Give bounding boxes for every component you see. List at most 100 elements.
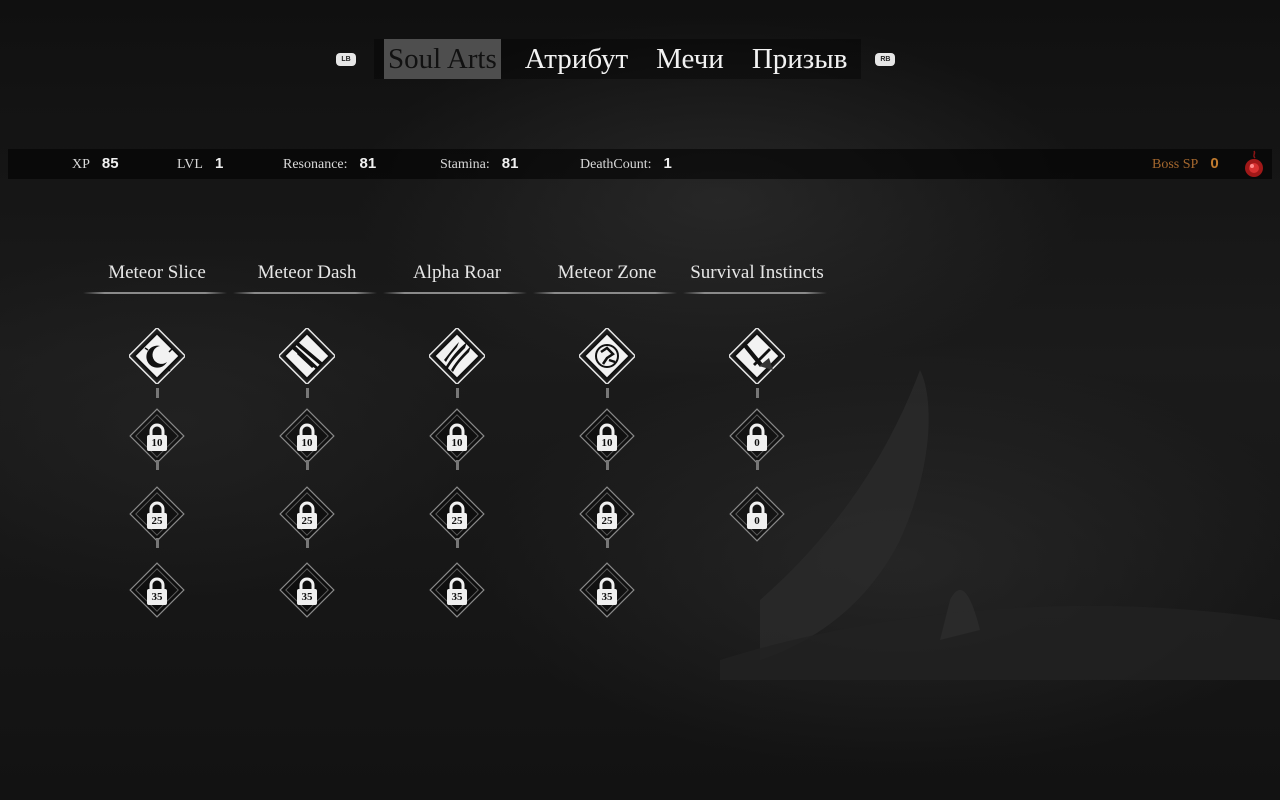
lock-icon: [579, 562, 635, 618]
tab-soul-arts[interactable]: Soul Arts: [384, 39, 501, 79]
lock-icon: [279, 486, 335, 542]
skill-title-divider: [533, 292, 677, 294]
skill-title-divider: [233, 292, 377, 294]
skill-column: Meteor Zone: [533, 256, 677, 294]
locked-upgrade-node[interactable]: 10: [129, 408, 185, 464]
tab-attribute[interactable]: Атрибут: [521, 39, 632, 79]
unlock-level-label: 0: [754, 437, 760, 449]
unlock-level-label: 35: [451, 591, 463, 603]
locked-upgrade-node[interactable]: 35: [279, 562, 335, 618]
crescent-moon-icon[interactable]: [129, 328, 185, 384]
stat-deathcount: DeathCount: 1: [580, 149, 672, 179]
background-horn: [720, 370, 1280, 680]
skill-column: Meteor Dash: [233, 256, 377, 294]
boss-sp-label: Boss SP: [1152, 157, 1199, 172]
tree-connector: [156, 538, 159, 548]
locked-upgrade-node[interactable]: 10: [279, 408, 335, 464]
stat-lvl: LVL 1: [177, 149, 223, 179]
locked-upgrade-node[interactable]: 0: [729, 408, 785, 464]
locked-upgrade-node[interactable]: 25: [129, 486, 185, 542]
locked-upgrade-node[interactable]: 25: [429, 486, 485, 542]
skill-column: Survival Instincts: [683, 256, 827, 294]
xp-label: XP: [72, 157, 90, 172]
tree-connector: [306, 388, 309, 398]
skill-column: Meteor Slice: [83, 256, 227, 294]
lock-icon: [129, 408, 185, 464]
locked-upgrade-node[interactable]: 25: [279, 486, 335, 542]
unlock-level-label: 35: [601, 591, 613, 603]
unlock-level-label: 10: [301, 437, 313, 449]
claw-slash-icon[interactable]: [429, 328, 485, 384]
tree-connector: [156, 388, 159, 398]
boss-soul-orb-icon: [1245, 150, 1263, 177]
category-tabs: LB Soul Arts Атрибут Мечи Призыв RB: [336, 38, 896, 80]
unlock-level-label: 10: [151, 437, 163, 449]
locked-upgrade-node[interactable]: 35: [579, 562, 635, 618]
lvl-label: LVL: [177, 157, 203, 172]
tree-connector: [306, 538, 309, 548]
locked-upgrade-node[interactable]: 0: [729, 486, 785, 542]
stat-stamina: Stamina: 81: [440, 149, 518, 179]
stats-bar: XP 85 LVL 1 Resonance: 81 Stamina: 81 DeathC…: [8, 149, 1272, 179]
stamina-label: Stamina:: [440, 157, 490, 172]
tree-connector: [306, 460, 309, 470]
stat-resonance: Resonance: 81: [283, 149, 376, 179]
lock-icon: [429, 486, 485, 542]
lock-icon: [429, 408, 485, 464]
unlock-level-label: 25: [151, 515, 163, 527]
stat-xp: XP 85: [72, 149, 119, 179]
tree-connector: [606, 538, 609, 548]
skill-title: Meteor Zone: [557, 262, 657, 283]
dash-streak-icon[interactable]: [279, 328, 335, 384]
stat-boss-sp: Boss SP 0: [1152, 149, 1219, 179]
resonance-value: 81: [359, 155, 377, 172]
rb-bumper-hint[interactable]: RB: [875, 52, 896, 66]
sword-burst-icon[interactable]: [729, 328, 785, 384]
locked-upgrade-node[interactable]: 10: [429, 408, 485, 464]
stamina-value: 81: [501, 155, 519, 172]
skill-title-divider: [383, 292, 527, 294]
tree-connector: [756, 388, 759, 398]
lock-icon: [729, 486, 785, 542]
skill-title: Meteor Slice: [108, 262, 206, 283]
xp-value: 85: [101, 155, 119, 172]
lock-icon: [279, 408, 335, 464]
tree-connector: [456, 460, 459, 470]
deathcount-value: 1: [663, 155, 672, 172]
resonance-label: Resonance:: [283, 157, 348, 172]
lb-bumper-hint[interactable]: LB: [336, 52, 356, 66]
lvl-value: 1: [214, 155, 224, 172]
unlock-level-label: 10: [451, 437, 463, 449]
lock-icon: [579, 408, 635, 464]
unlock-level-label: 10: [601, 437, 613, 449]
skill-title: Meteor Dash: [257, 262, 357, 283]
unlock-level-label: 35: [301, 591, 313, 603]
boss-sp-value: 0: [1210, 155, 1219, 172]
lock-icon: [579, 486, 635, 542]
tree-connector: [756, 460, 759, 470]
lock-icon: [279, 562, 335, 618]
tree-connector: [156, 460, 159, 470]
tree-connector: [456, 388, 459, 398]
locked-upgrade-node[interactable]: 35: [429, 562, 485, 618]
skill-title: Survival Instincts: [690, 262, 824, 283]
locked-upgrade-node[interactable]: 35: [129, 562, 185, 618]
tab-summon[interactable]: Призыв: [748, 39, 852, 79]
unlock-level-label: 25: [301, 515, 313, 527]
skill-title-divider: [83, 292, 227, 294]
tree-connector: [456, 538, 459, 548]
skill-title: Alpha Roar: [412, 262, 502, 283]
skill-column: Alpha Roar: [383, 256, 527, 294]
tree-connector: [606, 388, 609, 398]
tab-swords[interactable]: Мечи: [652, 39, 728, 79]
lock-icon: [129, 562, 185, 618]
tree-connector: [606, 460, 609, 470]
tab-strip: Soul Arts Атрибут Мечи Призыв: [374, 39, 862, 79]
skill-title-divider: [683, 292, 827, 294]
meteor-rune-icon[interactable]: [579, 328, 635, 384]
unlock-level-label: 25: [601, 515, 613, 527]
lock-icon: [429, 562, 485, 618]
locked-upgrade-node[interactable]: 25: [579, 486, 635, 542]
locked-upgrade-node[interactable]: 10: [579, 408, 635, 464]
deathcount-label: DeathCount:: [580, 157, 652, 172]
